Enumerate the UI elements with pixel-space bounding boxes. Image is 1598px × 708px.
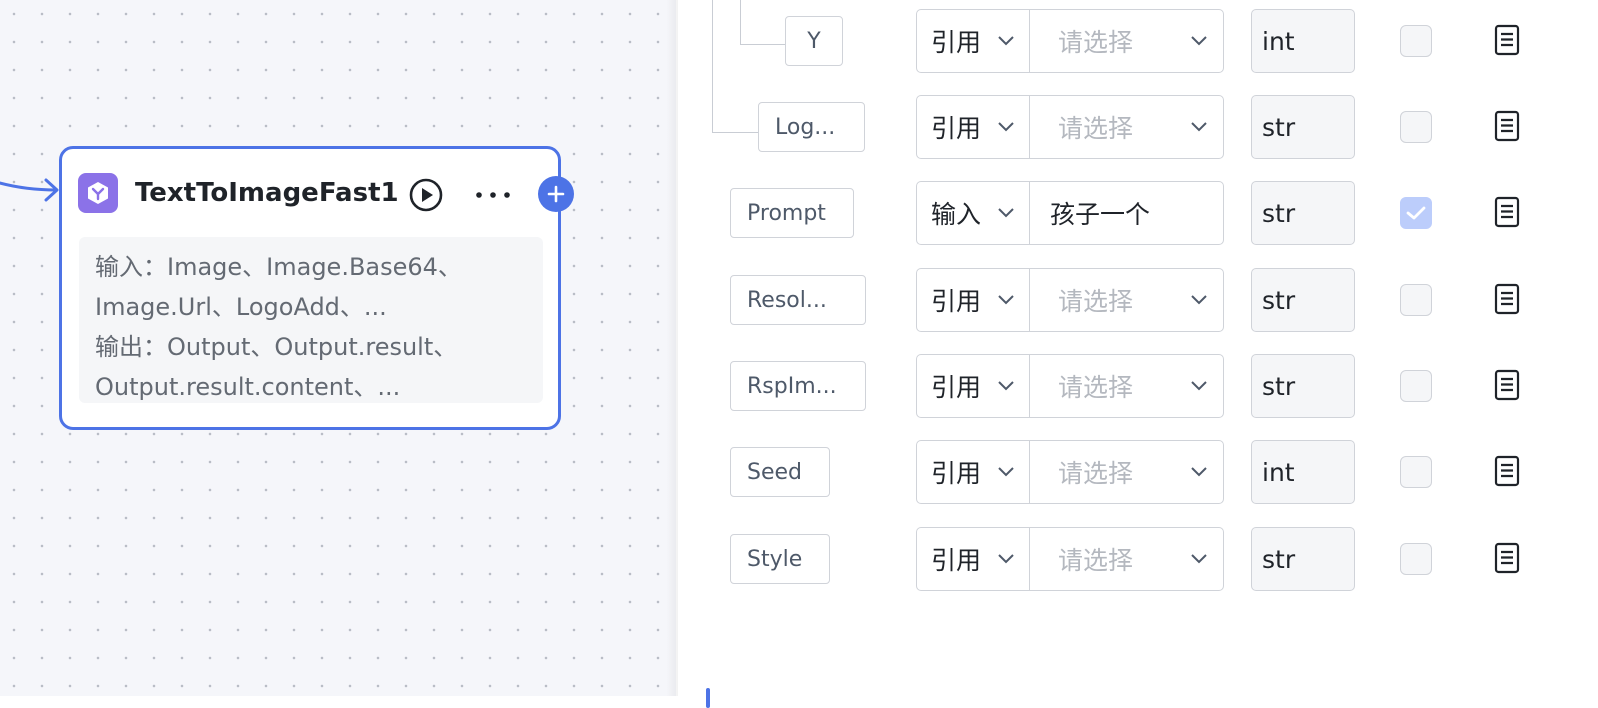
data-type-field: str bbox=[1251, 181, 1355, 245]
param-name: RspIm... bbox=[730, 361, 866, 411]
document-icon[interactable] bbox=[1492, 195, 1522, 229]
more-icon[interactable] bbox=[473, 178, 513, 212]
summary-line: Output.result.content、... bbox=[95, 373, 401, 401]
document-icon[interactable] bbox=[1492, 23, 1522, 57]
required-checkbox[interactable] bbox=[1400, 111, 1432, 143]
data-type-field: int bbox=[1251, 440, 1355, 504]
chevron-down-icon bbox=[998, 295, 1014, 305]
data-type-field: str bbox=[1251, 95, 1355, 159]
value-type-label: 引用 bbox=[931, 28, 982, 57]
value-type-select[interactable]: 引用 bbox=[916, 9, 1030, 73]
param-row: Prompt 输入 孩子一个 str bbox=[678, 181, 1598, 245]
value-type-select[interactable]: 引用 bbox=[916, 268, 1030, 332]
param-name: Log... bbox=[758, 102, 865, 152]
param-name: Style bbox=[730, 534, 830, 584]
required-checkbox[interactable] bbox=[1400, 456, 1432, 488]
param-name: Seed bbox=[730, 447, 830, 497]
value-select[interactable]: 请选择 bbox=[1029, 354, 1224, 418]
chevron-down-icon bbox=[998, 381, 1014, 391]
value-text: 孩子一个 bbox=[1050, 200, 1151, 229]
play-circle-icon[interactable] bbox=[409, 178, 443, 212]
param-name: Prompt bbox=[730, 188, 854, 238]
param-row: Log... 引用 请选择 str bbox=[678, 95, 1598, 159]
chevron-down-icon bbox=[1191, 36, 1207, 46]
chevron-down-icon bbox=[1191, 381, 1207, 391]
param-row: Y 引用 请选择 int bbox=[678, 9, 1598, 73]
panel-divider bbox=[666, 0, 678, 696]
summary-line: Image.Url、LogoAdd、... bbox=[95, 293, 387, 321]
value-type-select[interactable]: 引用 bbox=[916, 440, 1030, 504]
value-type-select[interactable]: 引用 bbox=[916, 95, 1030, 159]
data-type-field: int bbox=[1251, 9, 1355, 73]
value-select[interactable]: 请选择 bbox=[1029, 95, 1224, 159]
workflow-canvas[interactable]: TextToImageFast1 输入：Image、Image.Base64、 … bbox=[0, 0, 676, 696]
value-placeholder: 请选择 bbox=[1058, 459, 1134, 488]
value-select[interactable]: 请选择 bbox=[1029, 527, 1224, 591]
value-type-select[interactable]: 引用 bbox=[916, 354, 1030, 418]
document-icon[interactable] bbox=[1492, 368, 1522, 402]
param-row: RspIm... 引用 请选择 str bbox=[678, 354, 1598, 418]
chevron-down-icon bbox=[998, 36, 1014, 46]
node-title: TextToImageFast1 bbox=[135, 178, 399, 208]
param-name: Y bbox=[785, 16, 843, 66]
required-checkbox[interactable] bbox=[1400, 370, 1432, 402]
value-input[interactable]: 孩子一个 bbox=[1029, 181, 1224, 245]
value-type-label: 输入 bbox=[931, 200, 982, 229]
value-type-label: 引用 bbox=[931, 287, 982, 316]
required-checkbox[interactable] bbox=[1400, 25, 1432, 57]
document-icon[interactable] bbox=[1492, 109, 1522, 143]
value-select[interactable]: 请选择 bbox=[1029, 440, 1224, 504]
required-checkbox[interactable] bbox=[1400, 284, 1432, 316]
value-type-select[interactable]: 引用 bbox=[916, 527, 1030, 591]
add-node-button[interactable] bbox=[538, 176, 574, 212]
required-checkbox[interactable] bbox=[1400, 543, 1432, 575]
value-type-label: 引用 bbox=[931, 114, 982, 143]
value-type-label: 引用 bbox=[931, 373, 982, 402]
value-placeholder: 请选择 bbox=[1058, 546, 1134, 575]
cube-icon bbox=[78, 173, 118, 213]
chevron-down-icon bbox=[1191, 554, 1207, 564]
value-select[interactable]: 请选择 bbox=[1029, 9, 1224, 73]
required-checkbox[interactable] bbox=[1400, 197, 1432, 229]
param-row: Style 引用 请选择 str bbox=[678, 527, 1598, 591]
chevron-down-icon bbox=[998, 467, 1014, 477]
document-icon[interactable] bbox=[1492, 454, 1522, 488]
plus-icon bbox=[547, 185, 565, 203]
chevron-down-icon bbox=[1191, 295, 1207, 305]
summary-line: 输出：Output、Output.result、 bbox=[95, 333, 458, 361]
chevron-down-icon bbox=[998, 208, 1014, 218]
value-type-label: 引用 bbox=[931, 459, 982, 488]
value-placeholder: 请选择 bbox=[1058, 287, 1134, 316]
param-row: Seed 引用 请选择 int bbox=[678, 440, 1598, 504]
data-type-field: str bbox=[1251, 354, 1355, 418]
chevron-down-icon bbox=[998, 122, 1014, 132]
section-heading-marker bbox=[706, 688, 710, 708]
data-type-field: str bbox=[1251, 268, 1355, 332]
value-type-select[interactable]: 输入 bbox=[916, 181, 1030, 245]
param-row: Resol... 引用 请选择 str bbox=[678, 268, 1598, 332]
document-icon[interactable] bbox=[1492, 282, 1522, 316]
summary-line: 输入：Image、Image.Base64、 bbox=[95, 253, 462, 281]
chevron-down-icon bbox=[1191, 467, 1207, 477]
value-placeholder: 请选择 bbox=[1058, 373, 1134, 402]
check-icon bbox=[1406, 206, 1426, 220]
input-params-panel: Y 引用 请选择 int Log... 引用 请选择 str Prompt 输入… bbox=[678, 0, 1598, 708]
workflow-node[interactable]: TextToImageFast1 输入：Image、Image.Base64、 … bbox=[59, 146, 574, 430]
param-name: Resol... bbox=[730, 275, 866, 325]
chevron-down-icon bbox=[998, 554, 1014, 564]
value-placeholder: 请选择 bbox=[1058, 28, 1134, 57]
document-icon[interactable] bbox=[1492, 541, 1522, 575]
data-type-field: str bbox=[1251, 527, 1355, 591]
node-io-summary: 输入：Image、Image.Base64、 Image.Url、LogoAdd… bbox=[79, 237, 543, 403]
value-type-label: 引用 bbox=[931, 546, 982, 575]
chevron-down-icon bbox=[1191, 122, 1207, 132]
value-select[interactable]: 请选择 bbox=[1029, 268, 1224, 332]
value-placeholder: 请选择 bbox=[1058, 114, 1134, 143]
